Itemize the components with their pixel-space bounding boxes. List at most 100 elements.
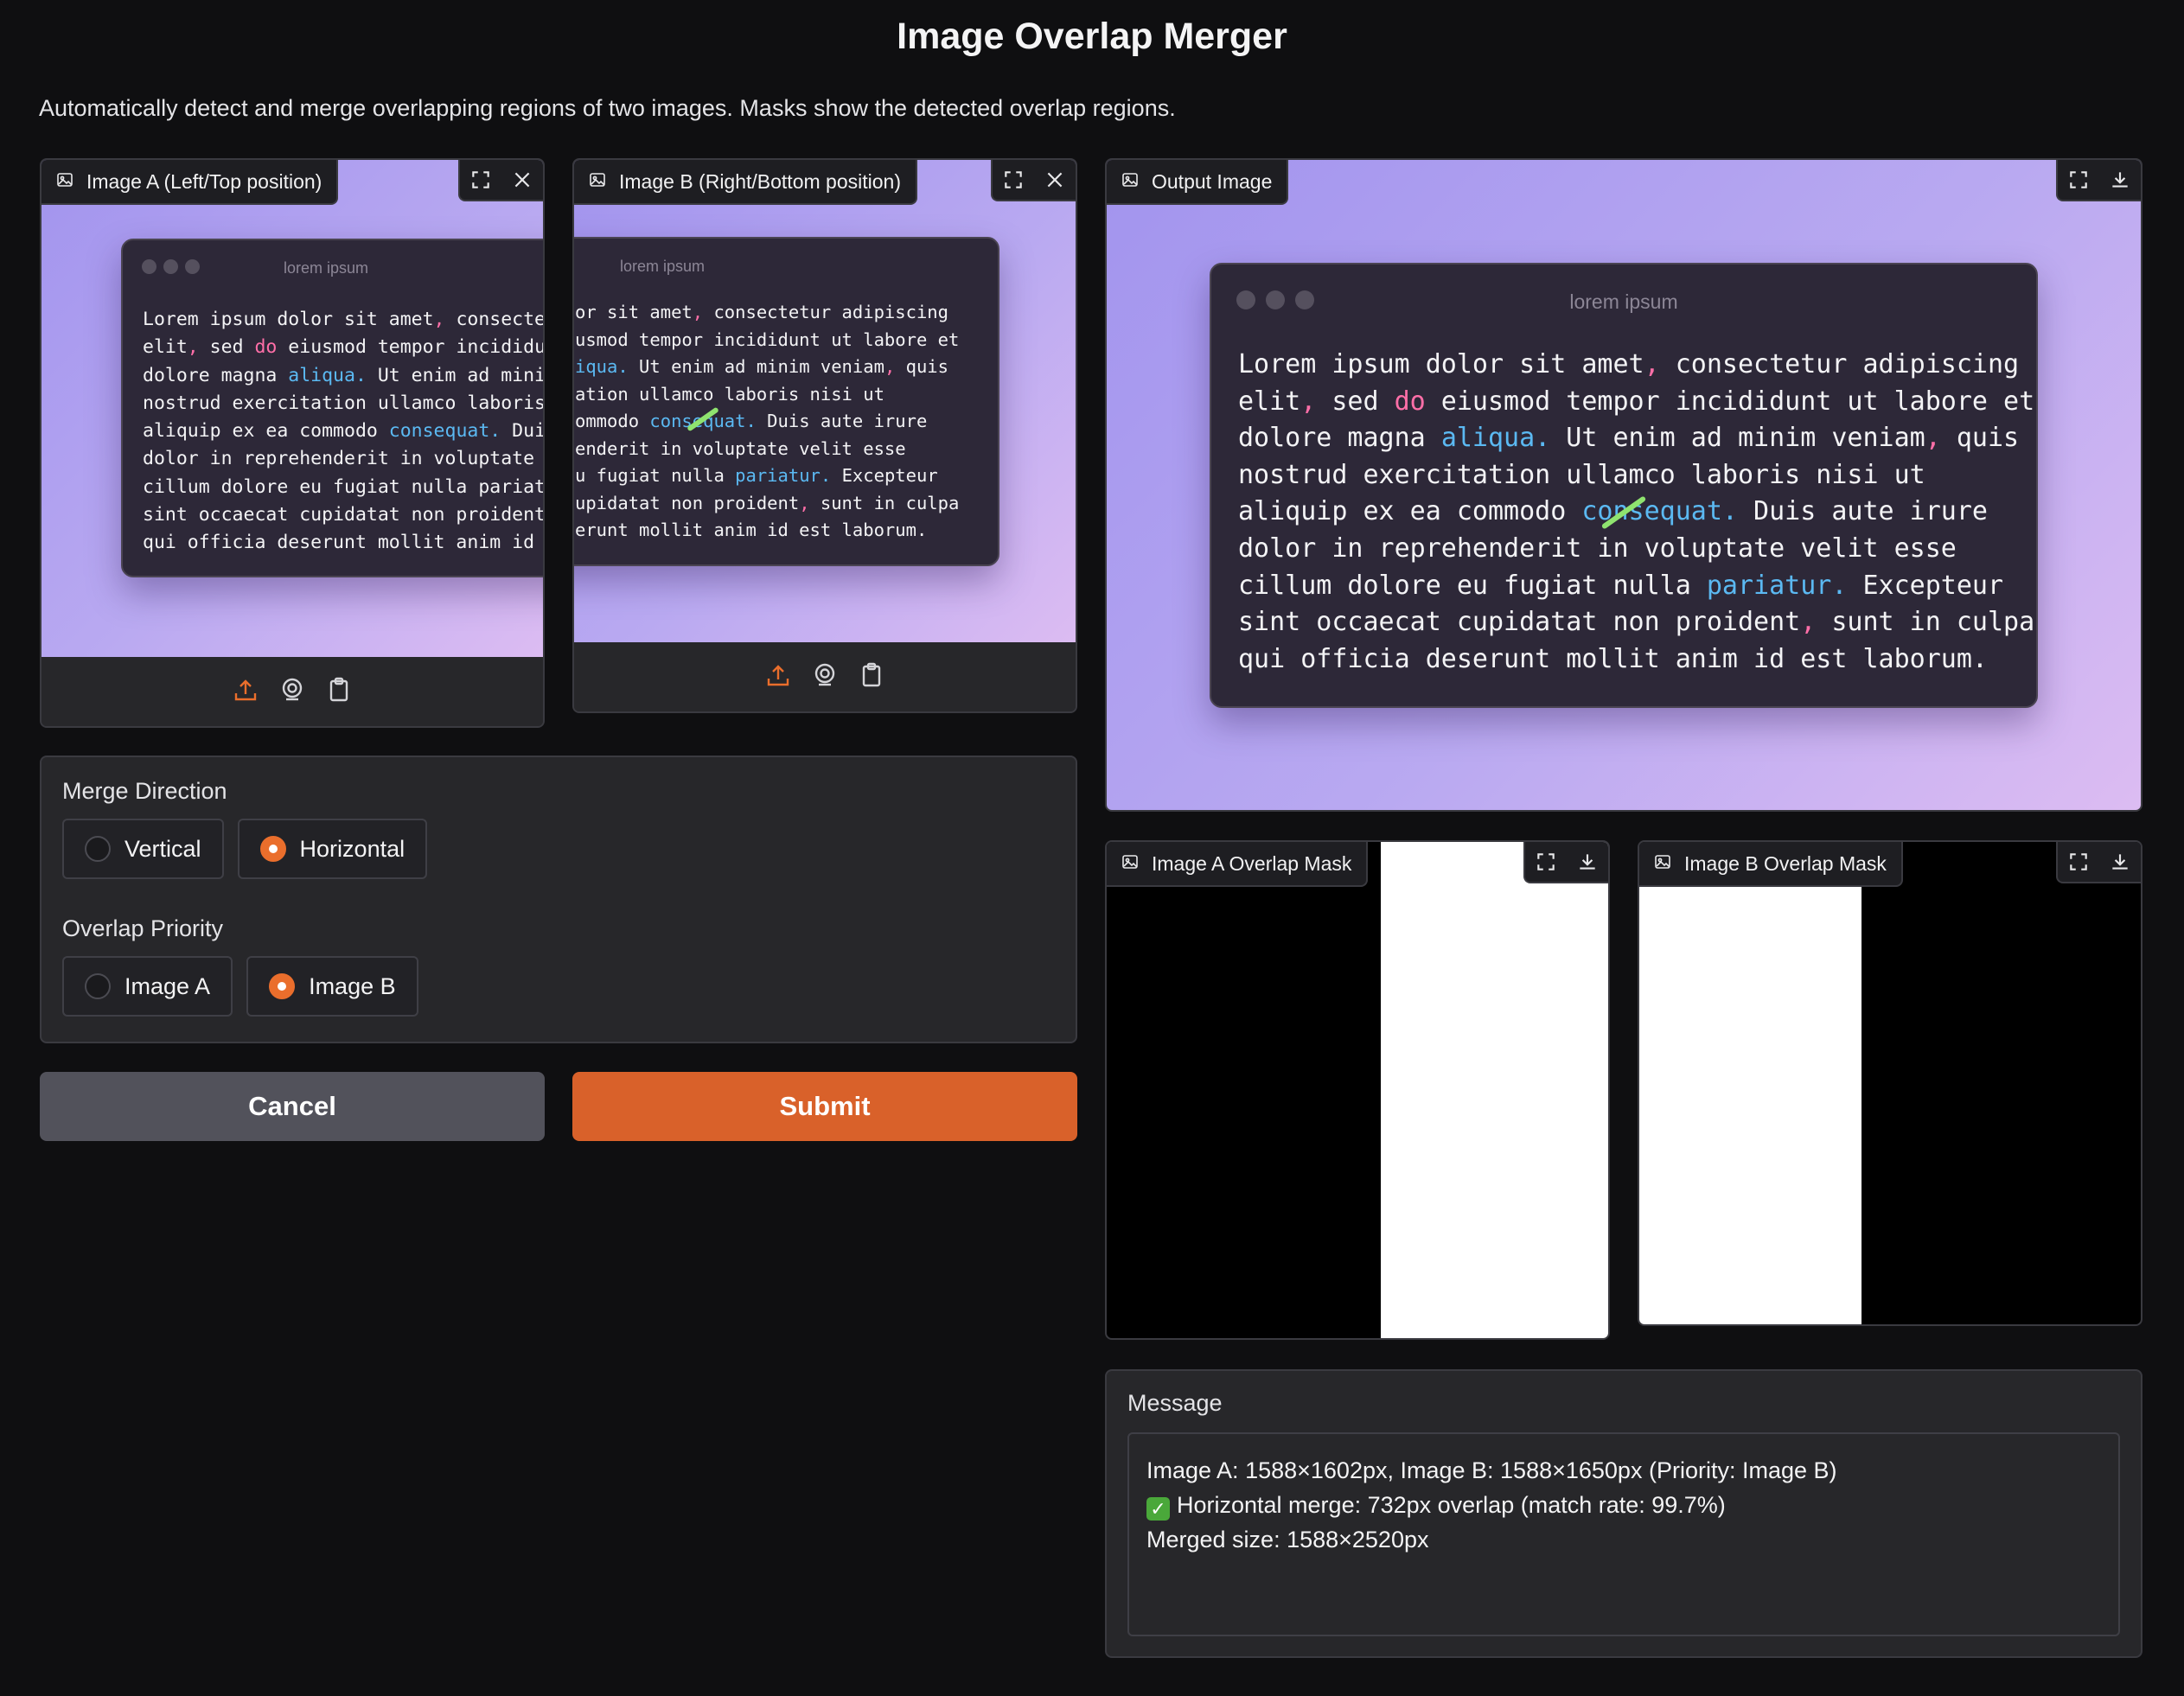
code-line: qui officia deserunt mollit anim id est … xyxy=(1238,643,1988,674)
code-line: enderit in voluptate velit esse xyxy=(575,437,906,459)
code-line: sint occaecat cupidatat non proident xyxy=(143,504,543,526)
webcam-icon[interactable] xyxy=(811,661,839,693)
submit-button[interactable]: Submit xyxy=(572,1072,1077,1141)
overlap-priority-label: Overlap Priority xyxy=(62,915,224,941)
mask-b-white-region xyxy=(1639,887,1862,1324)
close-icon[interactable] xyxy=(1034,160,1076,200)
code-line: elit, sed do eiusmod tempor incididunt u… xyxy=(1238,386,2035,417)
cancel-button[interactable]: Cancel xyxy=(40,1072,545,1141)
output-preview: lorem ipsum Lorem ipsum dolor sit amet, … xyxy=(1107,160,2141,810)
fullscreen-icon[interactable] xyxy=(2058,160,2099,200)
code-line: ommodo consequat. Duis aute irure xyxy=(575,411,928,431)
code-line: Lorem ipsum dolor sit amet, consectetur … xyxy=(1238,349,2020,379)
mask-a-label: Image A Overlap Mask xyxy=(1107,842,1369,887)
radio-circle xyxy=(85,836,111,862)
radio-image-b[interactable]: Image B xyxy=(246,956,418,1017)
code-line: cillum dolore eu fugiat nulla pariatur. … xyxy=(1238,570,2004,601)
merge-direction-label: Merge Direction xyxy=(62,778,227,804)
image-a-panel[interactable]: Image A (Left/Top position) lorem ipsum … xyxy=(40,158,545,728)
code-line: elit, sed do eiusmod tempor incididu xyxy=(143,336,543,359)
code-line: cillum dolore eu fugiat nulla pariat xyxy=(143,475,543,498)
window-mockup: lorem ipsum or sit amet, consectetur adi… xyxy=(574,237,999,566)
code-line: nostrud exercitation ullamco laboris xyxy=(143,392,543,414)
image-b-panel[interactable]: Image B (Right/Bottom position) lorem ip… xyxy=(572,158,1077,713)
code-line: aliquip ex ea commodo consequat. Dui xyxy=(143,420,543,443)
code-line: dolore magna aliqua. Ut enim ad minim ve… xyxy=(1238,423,2020,454)
image-icon xyxy=(56,170,73,194)
clipboard-icon[interactable] xyxy=(858,661,885,693)
upload-icon[interactable] xyxy=(232,676,259,708)
page-description: Automatically detect and merge overlappi… xyxy=(39,95,1176,121)
mask-b-label: Image B Overlap Mask xyxy=(1639,842,1903,887)
radio-vertical[interactable]: Vertical xyxy=(62,819,224,879)
image-a-preview: lorem ipsum Lorem ipsum dolor sit amet, … xyxy=(42,160,543,657)
output-label: Output Image xyxy=(1107,160,1289,205)
fullscreen-icon[interactable] xyxy=(993,160,1034,200)
page-title: Image Overlap Merger xyxy=(897,16,1287,57)
message-label: Message xyxy=(1127,1390,1223,1416)
output-controls xyxy=(2056,160,2141,201)
code-line: dolor in reprehenderit in voluptate veli… xyxy=(1238,532,1957,564)
radio-horizontal[interactable]: Horizontal xyxy=(237,819,428,879)
image-icon xyxy=(1121,852,1139,876)
image-a-label: Image A (Left/Top position) xyxy=(42,160,339,205)
check-icon: ✓ xyxy=(1146,1497,1170,1521)
code-line: ation ullamco laboris nisi ut xyxy=(575,383,884,405)
window-mockup: lorem ipsum Lorem ipsum dolor sit amet, … xyxy=(1210,263,2038,708)
window-mockup: lorem ipsum Lorem ipsum dolor sit amet, … xyxy=(121,239,543,577)
image-b-controls xyxy=(991,160,1076,201)
radio-circle-selected xyxy=(269,973,296,999)
image-icon xyxy=(1654,852,1671,876)
mask-b-panel: Image B Overlap Mask xyxy=(1638,840,2142,1326)
message-output: Image A: 1588×1602px, Image B: 1588×1650… xyxy=(1127,1432,2120,1636)
fullscreen-icon[interactable] xyxy=(2058,842,2099,882)
code-line: u fugiat nulla pariatur. Excepteur xyxy=(575,465,938,486)
code-line: or sit amet, consectetur adipiscing xyxy=(575,302,948,322)
code-text: Lorem ipsum dolor sit amet, consecte elit… xyxy=(143,306,543,558)
message-panel: Message Image A: 1588×1602px, Image B: 1… xyxy=(1105,1369,2142,1658)
image-b-label: Image B (Right/Bottom position) xyxy=(574,160,917,205)
radio-circle-selected xyxy=(259,836,286,862)
close-icon[interactable] xyxy=(501,160,543,200)
code-line: usmod tempor incididunt ut labore et xyxy=(575,328,960,350)
message-line: Merged size: 1588×2520px xyxy=(1146,1527,1429,1553)
radio-circle xyxy=(85,973,111,999)
code-line: nostrud exercitation ullamco laboris nis… xyxy=(1238,459,1925,490)
upload-icon[interactable] xyxy=(764,661,792,693)
options-panel: Merge Direction Vertical Horizontal Overl… xyxy=(40,756,1077,1043)
code-line: upidatat non proident, sunt in culpa xyxy=(575,492,960,513)
radio-image-a[interactable]: Image A xyxy=(62,956,233,1017)
fullscreen-icon[interactable] xyxy=(460,160,501,200)
overlap-priority-group: Image A Image B xyxy=(62,956,1055,1017)
mask-b-controls xyxy=(2056,842,2141,883)
code-text: or sit amet, consectetur adipiscing usmod… xyxy=(575,299,959,545)
code-line: Lorem ipsum dolor sit amet, consecte xyxy=(143,309,543,330)
code-line: dolore magna aliqua. Ut enim ad mini xyxy=(143,364,543,386)
image-a-source-bar xyxy=(42,657,543,726)
window-title: lorem ipsum xyxy=(283,259,369,277)
image-icon xyxy=(589,170,606,194)
code-line: iqua. Ut enim ad minim veniam, quis xyxy=(575,356,948,377)
code-line: erunt mollit anim id est laborum. xyxy=(575,520,928,540)
message-line: Image A: 1588×1602px, Image B: 1588×1650… xyxy=(1146,1457,1837,1483)
mask-a-white-region xyxy=(1381,842,1608,1338)
mask-a-controls xyxy=(1523,842,1608,883)
webcam-icon[interactable] xyxy=(278,676,306,708)
output-panel: Output Image lorem ipsum Lorem ipsum dol… xyxy=(1105,158,2142,812)
window-title: lorem ipsum xyxy=(619,258,706,275)
download-icon[interactable] xyxy=(2099,842,2141,882)
download-icon[interactable] xyxy=(2099,160,2141,200)
message-line-check: ✓ Horizontal merge: 732px overlap (match … xyxy=(1146,1488,2101,1522)
clipboard-icon[interactable] xyxy=(325,676,353,708)
code-text: Lorem ipsum dolor sit amet, consectetur … xyxy=(1238,347,2034,678)
code-line: qui officia deserunt mollit anim id xyxy=(143,532,543,554)
mask-a-panel: Image A Overlap Mask xyxy=(1105,840,1610,1340)
image-b-source-bar xyxy=(574,642,1076,711)
merge-direction-group: Vertical Horizontal xyxy=(62,819,1055,879)
fullscreen-icon[interactable] xyxy=(1525,842,1567,882)
download-icon[interactable] xyxy=(1567,842,1608,882)
image-b-preview: lorem ipsum or sit amet, consectetur adi… xyxy=(574,160,1076,643)
code-line: dolor in reprehenderit in voluptate xyxy=(143,448,543,470)
code-line: sint occaecat cupidatat non proident, su… xyxy=(1238,607,2035,638)
image-a-controls xyxy=(458,160,543,201)
